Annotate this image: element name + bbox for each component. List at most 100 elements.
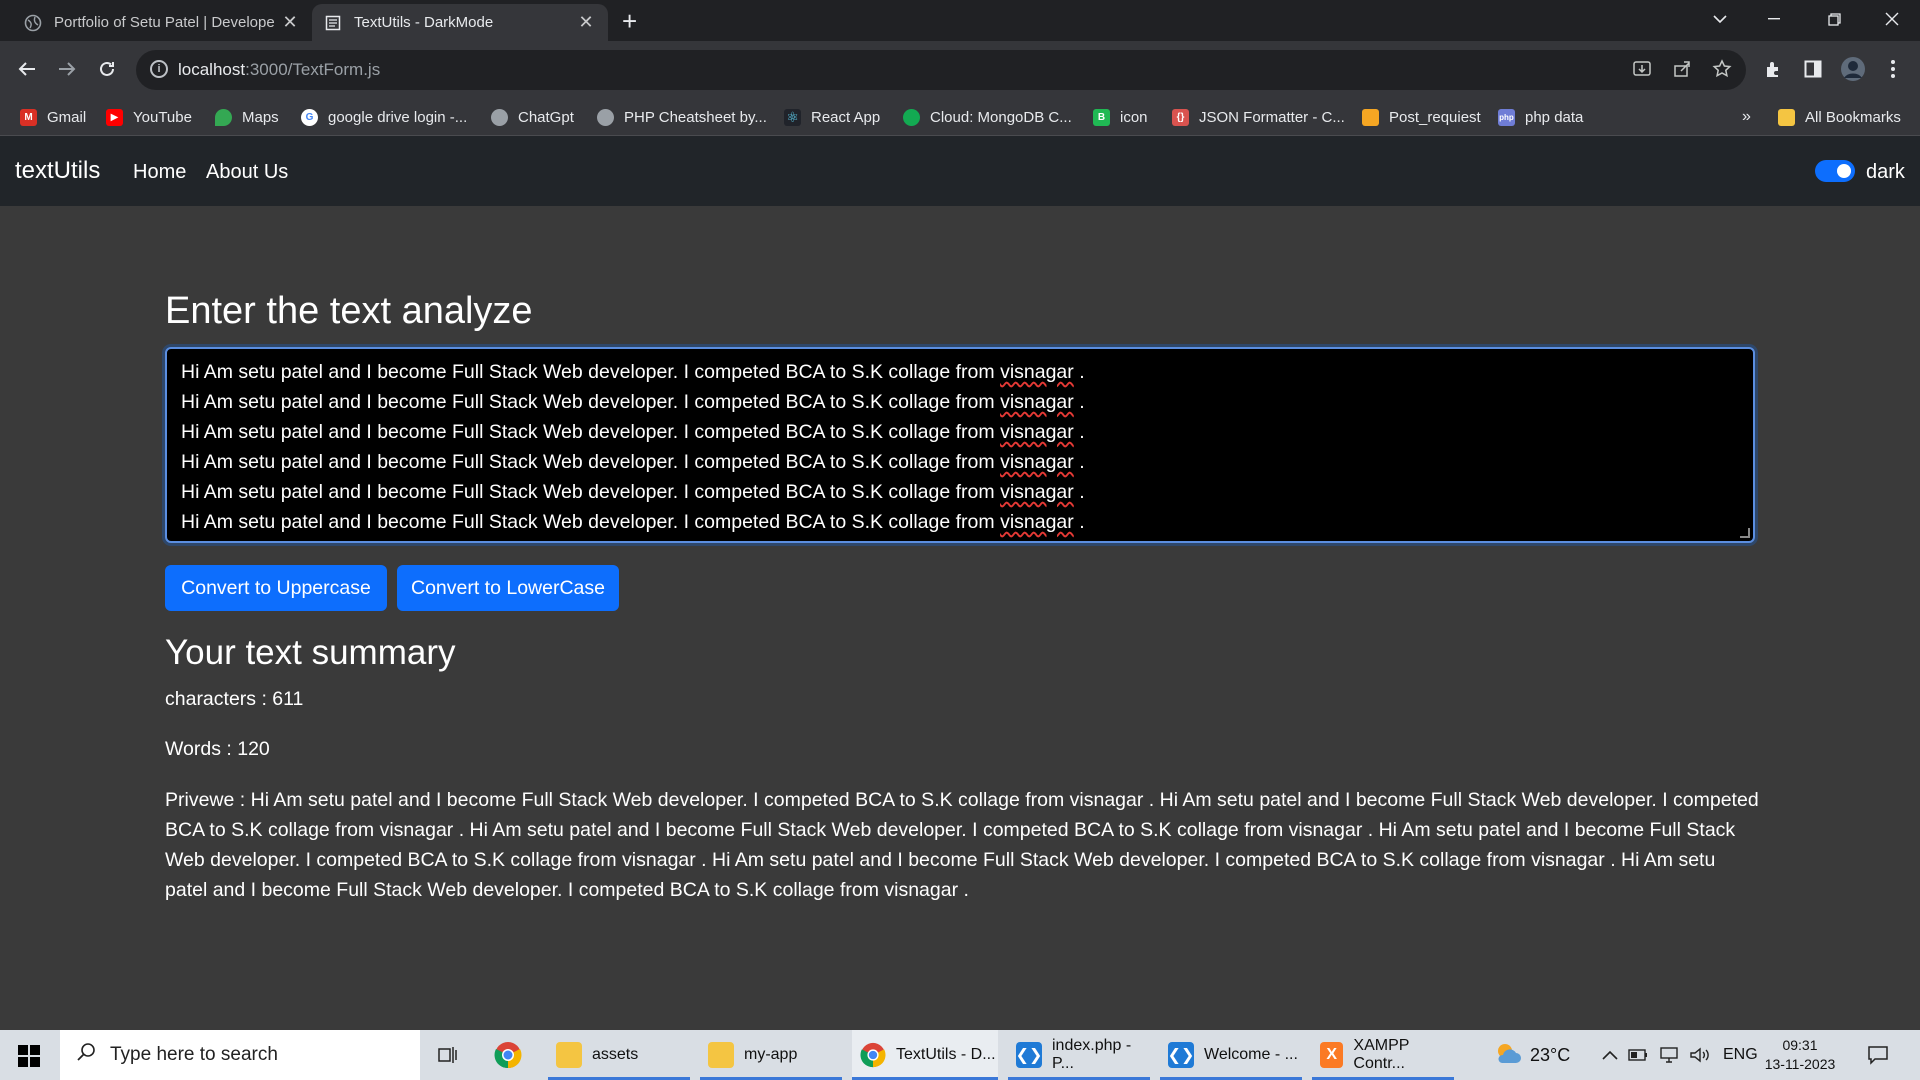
extensions-icon[interactable]: [1758, 54, 1788, 84]
mongodb-icon: [903, 108, 920, 126]
site-info-icon[interactable]: i: [150, 60, 168, 78]
bookmark-maps[interactable]: Maps: [215, 106, 279, 128]
language-indicator[interactable]: ENG: [1723, 1030, 1758, 1080]
taskbar-item-assets[interactable]: assets: [548, 1030, 690, 1080]
bookmark-gmail[interactable]: M Gmail: [20, 106, 86, 128]
windows-taskbar: Type here to search assets my-app TextUt…: [0, 1030, 1920, 1080]
reload-icon[interactable]: [92, 54, 122, 84]
all-bookmarks-button[interactable]: All Bookmarks: [1778, 106, 1901, 128]
bookmark-json-formatter[interactable]: {} JSON Formatter - C...: [1172, 106, 1345, 128]
bookmark-chatgpt[interactable]: ChatGpt: [491, 106, 574, 128]
profile-avatar-icon[interactable]: [1838, 54, 1868, 84]
url-host: localhost: [178, 60, 246, 79]
address-bar[interactable]: i localhost:3000/TextForm.js: [136, 50, 1746, 90]
textarea-line-end: .: [1073, 361, 1085, 383]
summary-heading: Your text summary: [165, 633, 456, 672]
bookmark-react-app[interactable]: ⚛ React App: [784, 106, 880, 128]
taskbar-item-xampp[interactable]: X XAMPP Contr...: [1312, 1030, 1454, 1080]
bookmark-youtube[interactable]: ▶ YouTube: [106, 106, 192, 128]
text-input-area[interactable]: Hi Am setu patel and I become Full Stack…: [165, 347, 1755, 543]
tab-portfolio[interactable]: Portfolio of Setu Patel | Develope ✕: [12, 4, 312, 41]
globe-icon: [597, 108, 614, 126]
vscode-icon: ❮❯: [1168, 1042, 1194, 1068]
dark-mode-toggle[interactable]: [1815, 160, 1855, 182]
bookmark-label: Maps: [242, 108, 279, 126]
chrome-pinned-icon[interactable]: [494, 1030, 530, 1080]
search-icon: [76, 1042, 96, 1068]
resize-handle[interactable]: [1740, 528, 1750, 538]
nav-link-home[interactable]: Home: [133, 161, 186, 184]
share-icon[interactable]: [1671, 59, 1693, 81]
bookmark-star-icon[interactable]: [1711, 59, 1733, 81]
globe-icon: [24, 14, 42, 32]
misspelled-word[interactable]: visnagar: [1000, 511, 1074, 533]
bookmark-php-data[interactable]: php php data: [1498, 106, 1583, 128]
notifications-icon[interactable]: [1867, 1030, 1889, 1080]
taskbar-item-welcome[interactable]: ❮❯ Welcome - ...: [1160, 1030, 1302, 1080]
php-icon: php: [1498, 108, 1515, 126]
task-view-icon[interactable]: [436, 1030, 466, 1080]
browser-toolbar: i localhost:3000/TextForm.js: [0, 41, 1920, 98]
bookmark-php-cheatsheet[interactable]: PHP Cheatsheet by...: [597, 106, 767, 128]
bookmark-google-drive[interactable]: Ggoogle drive login -...: [301, 106, 467, 128]
bookmark-mongodb[interactable]: Cloud: MongoDB C...: [903, 106, 1072, 128]
minimize-icon[interactable]: [1746, 0, 1802, 38]
react-icon: ⚛: [784, 108, 801, 126]
close-window-icon[interactable]: [1864, 0, 1920, 38]
new-tab-button[interactable]: +: [622, 6, 637, 36]
taskbar-search-box[interactable]: Type here to search: [60, 1030, 420, 1080]
character-count: characters : 611: [165, 688, 304, 710]
bookmark-label: php data: [1525, 108, 1584, 126]
uppercase-button[interactable]: Convert to Uppercase: [165, 565, 387, 611]
bookmark-icon[interactable]: Bicon: [1093, 106, 1148, 128]
word-count: Words : 120: [165, 738, 270, 760]
tab-textutils[interactable]: TextUtils - DarkMode ✕: [312, 4, 608, 41]
tab-search-icon[interactable]: [1692, 0, 1748, 38]
browser-tab-strip: Portfolio of Setu Patel | Develope ✕ Tex…: [0, 0, 1920, 41]
bookmark-post-request[interactable]: Post_requiest: [1362, 106, 1481, 128]
taskbar-item-label: assets: [592, 1046, 639, 1063]
youtube-icon: ▶: [106, 108, 123, 126]
bookmark-label: React App: [811, 108, 881, 126]
more-bookmarks-button[interactable]: »: [1742, 106, 1751, 128]
close-tab-icon[interactable]: ✕: [280, 12, 300, 33]
back-icon[interactable]: [12, 54, 42, 84]
windows-start-icon[interactable]: [18, 1045, 40, 1067]
volume-icon[interactable]: [1689, 1030, 1711, 1080]
vscode-icon: ❮❯: [1016, 1042, 1042, 1068]
nav-link-about[interactable]: About Us: [206, 161, 288, 184]
more-menu-icon[interactable]: [1878, 54, 1908, 84]
folder-icon: [556, 1042, 582, 1068]
dark-mode-label: dark: [1866, 161, 1905, 183]
bookmarks-bar: M Gmail ▶ YouTube Maps Ggoogle drive login…: [0, 98, 1920, 136]
taskbar-item-textutils[interactable]: TextUtils - D...: [852, 1030, 998, 1080]
system-clock[interactable]: 09:31 13-11-2023: [1755, 1036, 1845, 1074]
misspelled-word[interactable]: visnagar: [1000, 481, 1074, 503]
weather-widget[interactable]: 23°C: [1494, 1030, 1570, 1080]
misspelled-word[interactable]: visnagar: [1000, 451, 1074, 473]
textarea-line: Hi Am setu patel and I become Full Stack…: [181, 387, 1739, 417]
battery-icon[interactable]: [1628, 1030, 1648, 1080]
close-tab-icon[interactable]: ✕: [576, 12, 596, 33]
json-formatter-icon: {}: [1172, 108, 1189, 126]
textarea-line-text: Hi Am setu patel and I become Full Stack…: [181, 391, 1001, 413]
misspelled-word[interactable]: visnagar: [1000, 421, 1074, 443]
document-icon: [324, 14, 342, 32]
taskbar-item-my-app[interactable]: my-app: [700, 1030, 842, 1080]
taskbar-item-index-php[interactable]: ❮❯ index.php - P...: [1008, 1030, 1150, 1080]
side-panel-icon[interactable]: [1798, 54, 1828, 84]
misspelled-word[interactable]: visnagar: [1000, 391, 1074, 413]
misspelled-word[interactable]: visnagar: [1000, 361, 1074, 383]
bookmark-label: JSON Formatter - C...: [1199, 108, 1345, 126]
install-icon[interactable]: [1631, 59, 1653, 81]
textarea-line: Hi Am setu patel and I become Full Stack…: [181, 417, 1739, 447]
brand-logo[interactable]: textUtils: [15, 157, 100, 185]
lowercase-button[interactable]: Convert to LowerCase: [397, 565, 619, 611]
textarea-line-end: .: [1073, 481, 1085, 503]
network-icon[interactable]: [1660, 1030, 1678, 1080]
restore-icon[interactable]: [1806, 0, 1862, 38]
textarea-line-text: Hi Am setu patel and I become Full Stack…: [181, 421, 1001, 443]
show-hidden-icons[interactable]: [1602, 1030, 1618, 1080]
weather-icon: [1494, 1041, 1522, 1070]
forward-icon[interactable]: [52, 54, 82, 84]
